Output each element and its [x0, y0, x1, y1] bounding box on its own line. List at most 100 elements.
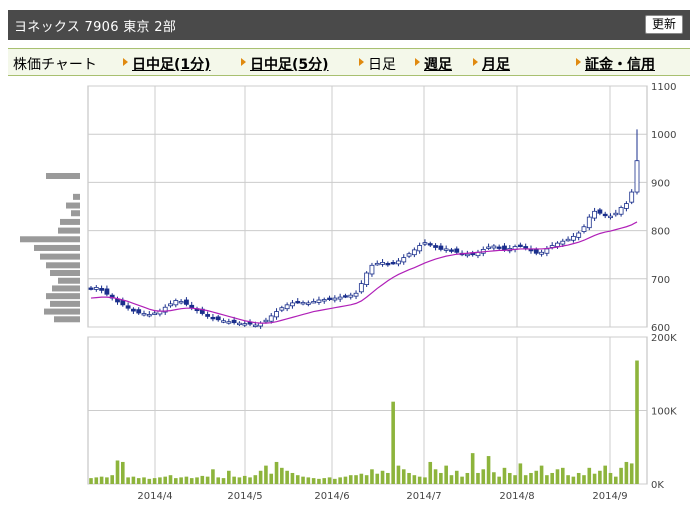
volume-bar	[523, 475, 528, 484]
candle-body	[226, 321, 232, 324]
candle-body	[178, 301, 184, 304]
candle-body	[438, 245, 444, 250]
volume-bar	[136, 478, 141, 484]
volume-bar	[359, 473, 364, 484]
volume-bar	[200, 475, 205, 484]
volume-bar	[285, 470, 289, 484]
candle-body	[88, 287, 94, 290]
volume-bar	[555, 469, 560, 484]
volume-bar	[121, 461, 125, 484]
volume-bar	[444, 465, 448, 484]
candle-body	[316, 299, 322, 303]
candle-body	[131, 308, 136, 312]
volume-tick-label: 100K	[651, 407, 677, 418]
candle-body	[613, 212, 619, 216]
x-tick-label: 2014/9	[592, 491, 627, 502]
volume-bar	[370, 469, 374, 484]
candle-body	[205, 314, 211, 317]
volume-bar	[253, 475, 258, 484]
volume-bar	[99, 476, 104, 484]
candle-body	[364, 272, 370, 285]
candle-body	[634, 160, 640, 193]
volume-bar	[386, 472, 390, 484]
candle-body	[300, 302, 306, 305]
volume-bar	[237, 477, 242, 484]
candle-body	[274, 311, 279, 318]
x-tick-label: 2014/4	[137, 491, 172, 502]
candle-body	[284, 304, 290, 310]
volume-bar	[412, 475, 417, 484]
candle-body	[629, 191, 635, 203]
volume-bar	[333, 478, 337, 484]
volume-bar	[322, 478, 327, 484]
volume-bar	[492, 472, 496, 484]
candle-body	[125, 305, 131, 309]
volume-bar	[354, 475, 358, 484]
candle-body	[374, 262, 380, 266]
volume-bar	[449, 475, 454, 484]
volume-bar	[264, 465, 268, 484]
volume-bar	[396, 465, 401, 484]
volume-bar	[269, 473, 274, 484]
volume-bar	[274, 461, 279, 484]
candle-body	[422, 242, 428, 245]
volume-profile-bar	[46, 262, 80, 269]
volume-bar	[152, 478, 157, 484]
volume-bar	[592, 473, 597, 484]
volume-bar	[163, 476, 168, 484]
candle-body	[189, 304, 195, 309]
volume-profile-bar	[44, 308, 80, 315]
volume-bar	[280, 467, 284, 484]
volume-bar	[608, 472, 613, 484]
candle-body	[369, 264, 375, 275]
volume-bar	[635, 360, 639, 484]
volume-bar	[582, 475, 586, 484]
volume-tick-label: 0K	[651, 480, 664, 491]
volume-bar	[576, 472, 581, 484]
volume-bar	[545, 475, 549, 484]
candle-body	[486, 246, 491, 249]
volume-bar	[105, 477, 109, 484]
candle-body	[496, 246, 502, 249]
candle-body	[433, 245, 438, 248]
candle-body	[586, 216, 592, 229]
candle-body	[168, 303, 173, 307]
volume-bar	[518, 463, 523, 484]
volume-bar	[513, 475, 517, 484]
volume-profile-bar	[34, 244, 80, 251]
candle-body	[417, 245, 423, 252]
volume-profile-bar	[46, 173, 80, 179]
candle-body	[602, 213, 608, 217]
volume-tick-label: 200K	[651, 333, 677, 344]
volume-bar	[539, 465, 544, 484]
volume-profile-bar	[46, 293, 80, 300]
volume-bar	[407, 472, 411, 484]
candle-body	[353, 292, 359, 297]
volume-bar	[364, 475, 369, 484]
candle-body	[454, 248, 460, 253]
volume-bar	[205, 476, 210, 484]
candle-body	[560, 240, 566, 245]
x-tick-label: 2014/7	[406, 491, 441, 502]
candle-body	[406, 253, 412, 257]
volume-bar	[507, 472, 512, 484]
candle-body	[152, 312, 158, 315]
volume-bar	[94, 477, 99, 484]
volume-profile-bar	[58, 277, 80, 284]
volume-bar	[311, 478, 316, 484]
volume-bar	[476, 472, 480, 484]
volume-panel: 0K 100K 200K 2014/4 2014/5 2014/6 2014/7 2014/8…	[87, 333, 677, 502]
volume-bar	[147, 478, 152, 484]
volume-profile-bar	[54, 316, 80, 323]
volume-bar	[221, 478, 226, 484]
volume-profile-panel	[20, 173, 80, 323]
volume-bar	[534, 470, 539, 484]
candle-body	[104, 288, 110, 295]
volume-bar	[550, 472, 554, 484]
candle-body	[539, 251, 544, 255]
candle-body	[263, 319, 269, 323]
volume-bar	[454, 470, 459, 484]
candle-body	[311, 301, 317, 304]
candle-body	[290, 302, 295, 307]
candle-body	[555, 242, 560, 247]
